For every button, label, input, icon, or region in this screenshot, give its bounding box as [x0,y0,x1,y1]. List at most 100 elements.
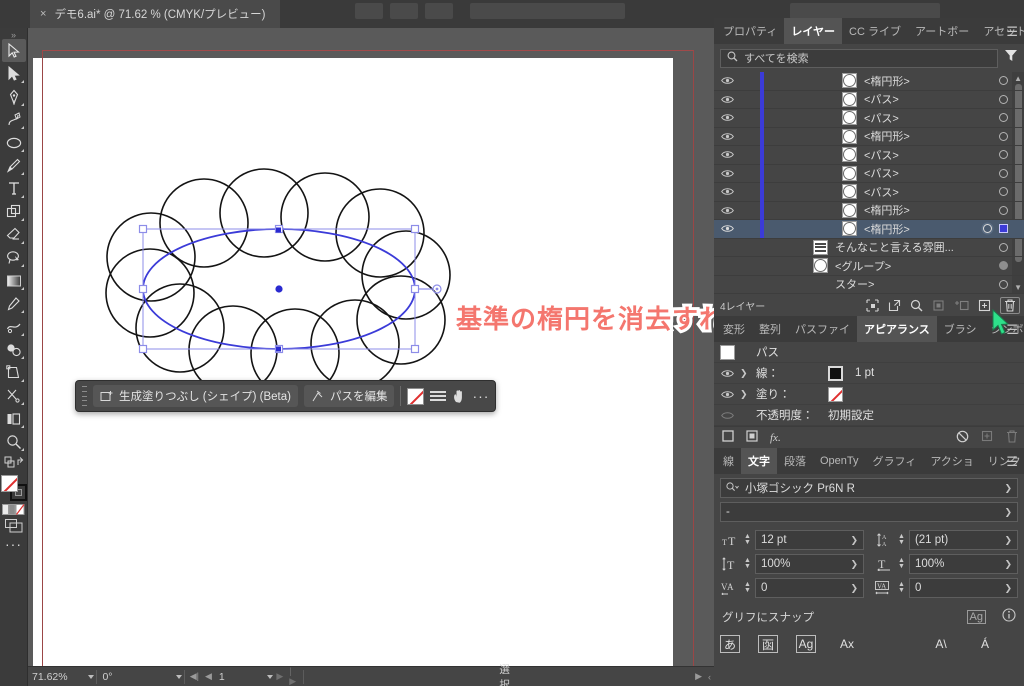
panel-menu-icon[interactable]: ☰ [1006,454,1018,470]
visibility-eye-icon[interactable] [714,224,740,233]
chevron-down-icon[interactable]: ❯ [844,559,858,570]
duplicate-item-icon[interactable] [981,430,994,446]
leading-stepper[interactable]: ▲▼ [898,534,905,546]
layer-row-0[interactable]: <楕円形> [714,72,1024,91]
stroke-lines-icon[interactable] [430,391,446,401]
tracking-field[interactable]: 0 ❯ [909,578,1018,598]
glyph-button-1[interactable]: 函 [758,635,778,653]
screen-mode-icon[interactable] [2,517,26,535]
stroke-color-swatch[interactable] [828,366,843,381]
layer-row-7[interactable]: <楕円形> [714,202,1024,221]
chevron-down-icon[interactable]: ❯ [998,535,1012,546]
layer-row-9-text[interactable]: そんなこと言える雰囲... [714,239,1024,258]
snap-preview-icon[interactable]: Ag [967,610,986,624]
tracking-stepper[interactable]: ▲▼ [898,582,905,594]
new-layer-icon[interactable] [978,299,991,312]
fill-stroke-swatches[interactable] [1,475,27,501]
shape-builder-tool[interactable] [2,200,26,223]
paintbrush-tool[interactable] [2,154,26,177]
search-layer-icon[interactable] [910,299,923,312]
target-indicator-selected[interactable] [983,224,992,233]
target-indicator[interactable] [999,150,1008,159]
selection-indicator[interactable] [999,224,1008,233]
visibility-eye-icon[interactable] [714,132,740,141]
stroke-weight-value[interactable]: 1 pt [855,367,874,379]
curvature-tool[interactable] [2,108,26,131]
tab-properties[interactable]: プロパティ [716,18,784,44]
layer-row-2[interactable]: <パス> [714,109,1024,128]
hand-icon[interactable] [452,389,466,404]
tab-pathfinder[interactable]: パスファイ [788,316,857,342]
panel-menu-icon[interactable]: ☰ [1006,24,1018,40]
chevron-down-icon[interactable]: ❯ [998,559,1012,570]
target-indicator[interactable] [999,206,1008,215]
scissors-tool[interactable] [2,384,26,407]
kerning-stepper[interactable]: ▲▼ [744,582,751,594]
direct-selection-tool[interactable] [2,62,26,85]
visibility-eye-icon[interactable] [714,113,740,122]
target-indicator[interactable] [999,113,1008,122]
tab-artboards[interactable]: アートボー [908,18,976,44]
layer-row-4[interactable]: <パス> [714,146,1024,165]
warp-tool[interactable] [2,315,26,338]
glyph-button-3[interactable]: Ax [834,633,860,655]
clear-appearance-icon[interactable] [956,430,969,446]
locate-object-icon[interactable] [866,299,879,312]
selection-tool[interactable] [2,39,26,62]
release-to-layers-icon[interactable] [888,299,901,312]
lasso-tool[interactable] [2,246,26,269]
close-icon[interactable]: × [40,8,46,20]
filter-funnel-icon[interactable] [1004,49,1018,67]
vertical-scale-field[interactable]: 100% ❯ [755,554,864,574]
target-indicator[interactable] [999,243,1008,252]
delete-item-icon[interactable] [1006,430,1018,446]
toolbar-collapse-icon[interactable]: » [11,31,16,39]
visibility-eye-icon[interactable] [714,187,740,196]
edit-toolbar-icon[interactable]: ··· [2,535,26,553]
font-size-field[interactable]: 12 pt ❯ [755,530,864,550]
layer-row-8-selected[interactable]: <楕円形> [714,220,1024,239]
tab-align[interactable]: 整列 [752,316,788,342]
artboard-tool[interactable] [2,407,26,430]
horizontal-scale-stepper[interactable]: ▲▼ [898,558,905,570]
search-input[interactable]: すべてを検索 [720,49,998,68]
appearance-fill-row[interactable]: ❯ 塗り： [714,384,1024,405]
opacity-value[interactable]: 初期設定 [828,407,874,423]
status-collapse-icon[interactable]: ‹ [705,672,714,682]
artboard-number-cell[interactable]: 1 [215,667,267,686]
generative-fill-button[interactable]: 生成塗りつぶし (シェイプ) (Beta) [93,385,298,407]
layer-row-10-group[interactable]: <グループ> [714,257,1024,276]
panel-menu-icon[interactable]: ☰ [1006,322,1018,338]
chevron-down-icon[interactable]: ❯ [844,583,858,594]
target-indicator[interactable] [999,187,1008,196]
fill-swatch[interactable] [1,475,18,492]
info-icon[interactable] [1002,608,1016,625]
tab-appearance[interactable]: アピアランス [857,316,937,342]
tab-paragraph[interactable]: 段落 [777,448,813,474]
leading-field[interactable]: (21 pt) ❯ [909,530,1018,550]
swap-fill-stroke-icon[interactable] [2,453,26,473]
eraser-tool[interactable] [2,223,26,246]
appearance-opacity-row[interactable]: 不透明度： 初期設定 [714,405,1024,426]
chevron-down-icon[interactable]: ❯ [998,507,1012,518]
tab-opentype[interactable]: OpenTy [813,448,866,474]
visibility-eye-icon-dim[interactable] [714,411,740,420]
tab-stroke[interactable]: 線 [716,448,741,474]
type-tool[interactable] [2,177,26,200]
pen-tool[interactable] [2,85,26,108]
gradient-tool[interactable] [2,269,26,292]
vertical-scale-stepper[interactable]: ▲▼ [744,558,751,570]
tab-brushes[interactable]: ブラシ [937,316,984,342]
current-tool-status[interactable]: 選択 [495,667,522,686]
glyph-button-2[interactable]: Ag [796,635,816,653]
blend-tool[interactable] [2,338,26,361]
target-indicator[interactable] [999,95,1008,104]
target-indicator[interactable] [999,169,1008,178]
color-mode-buttons[interactable] [2,501,26,517]
delete-layer-icon[interactable] [1000,297,1020,314]
document-tab[interactable]: × デモ6.ai* @ 71.62 % (CMYK/プレビュー) [30,0,280,28]
new-sublayer-icon[interactable] [954,299,969,312]
glyph-button-0[interactable]: あ [720,635,740,653]
appearance-stroke-row[interactable]: ❯ 線： 1 pt [714,363,1024,384]
target-indicator[interactable] [999,280,1008,289]
